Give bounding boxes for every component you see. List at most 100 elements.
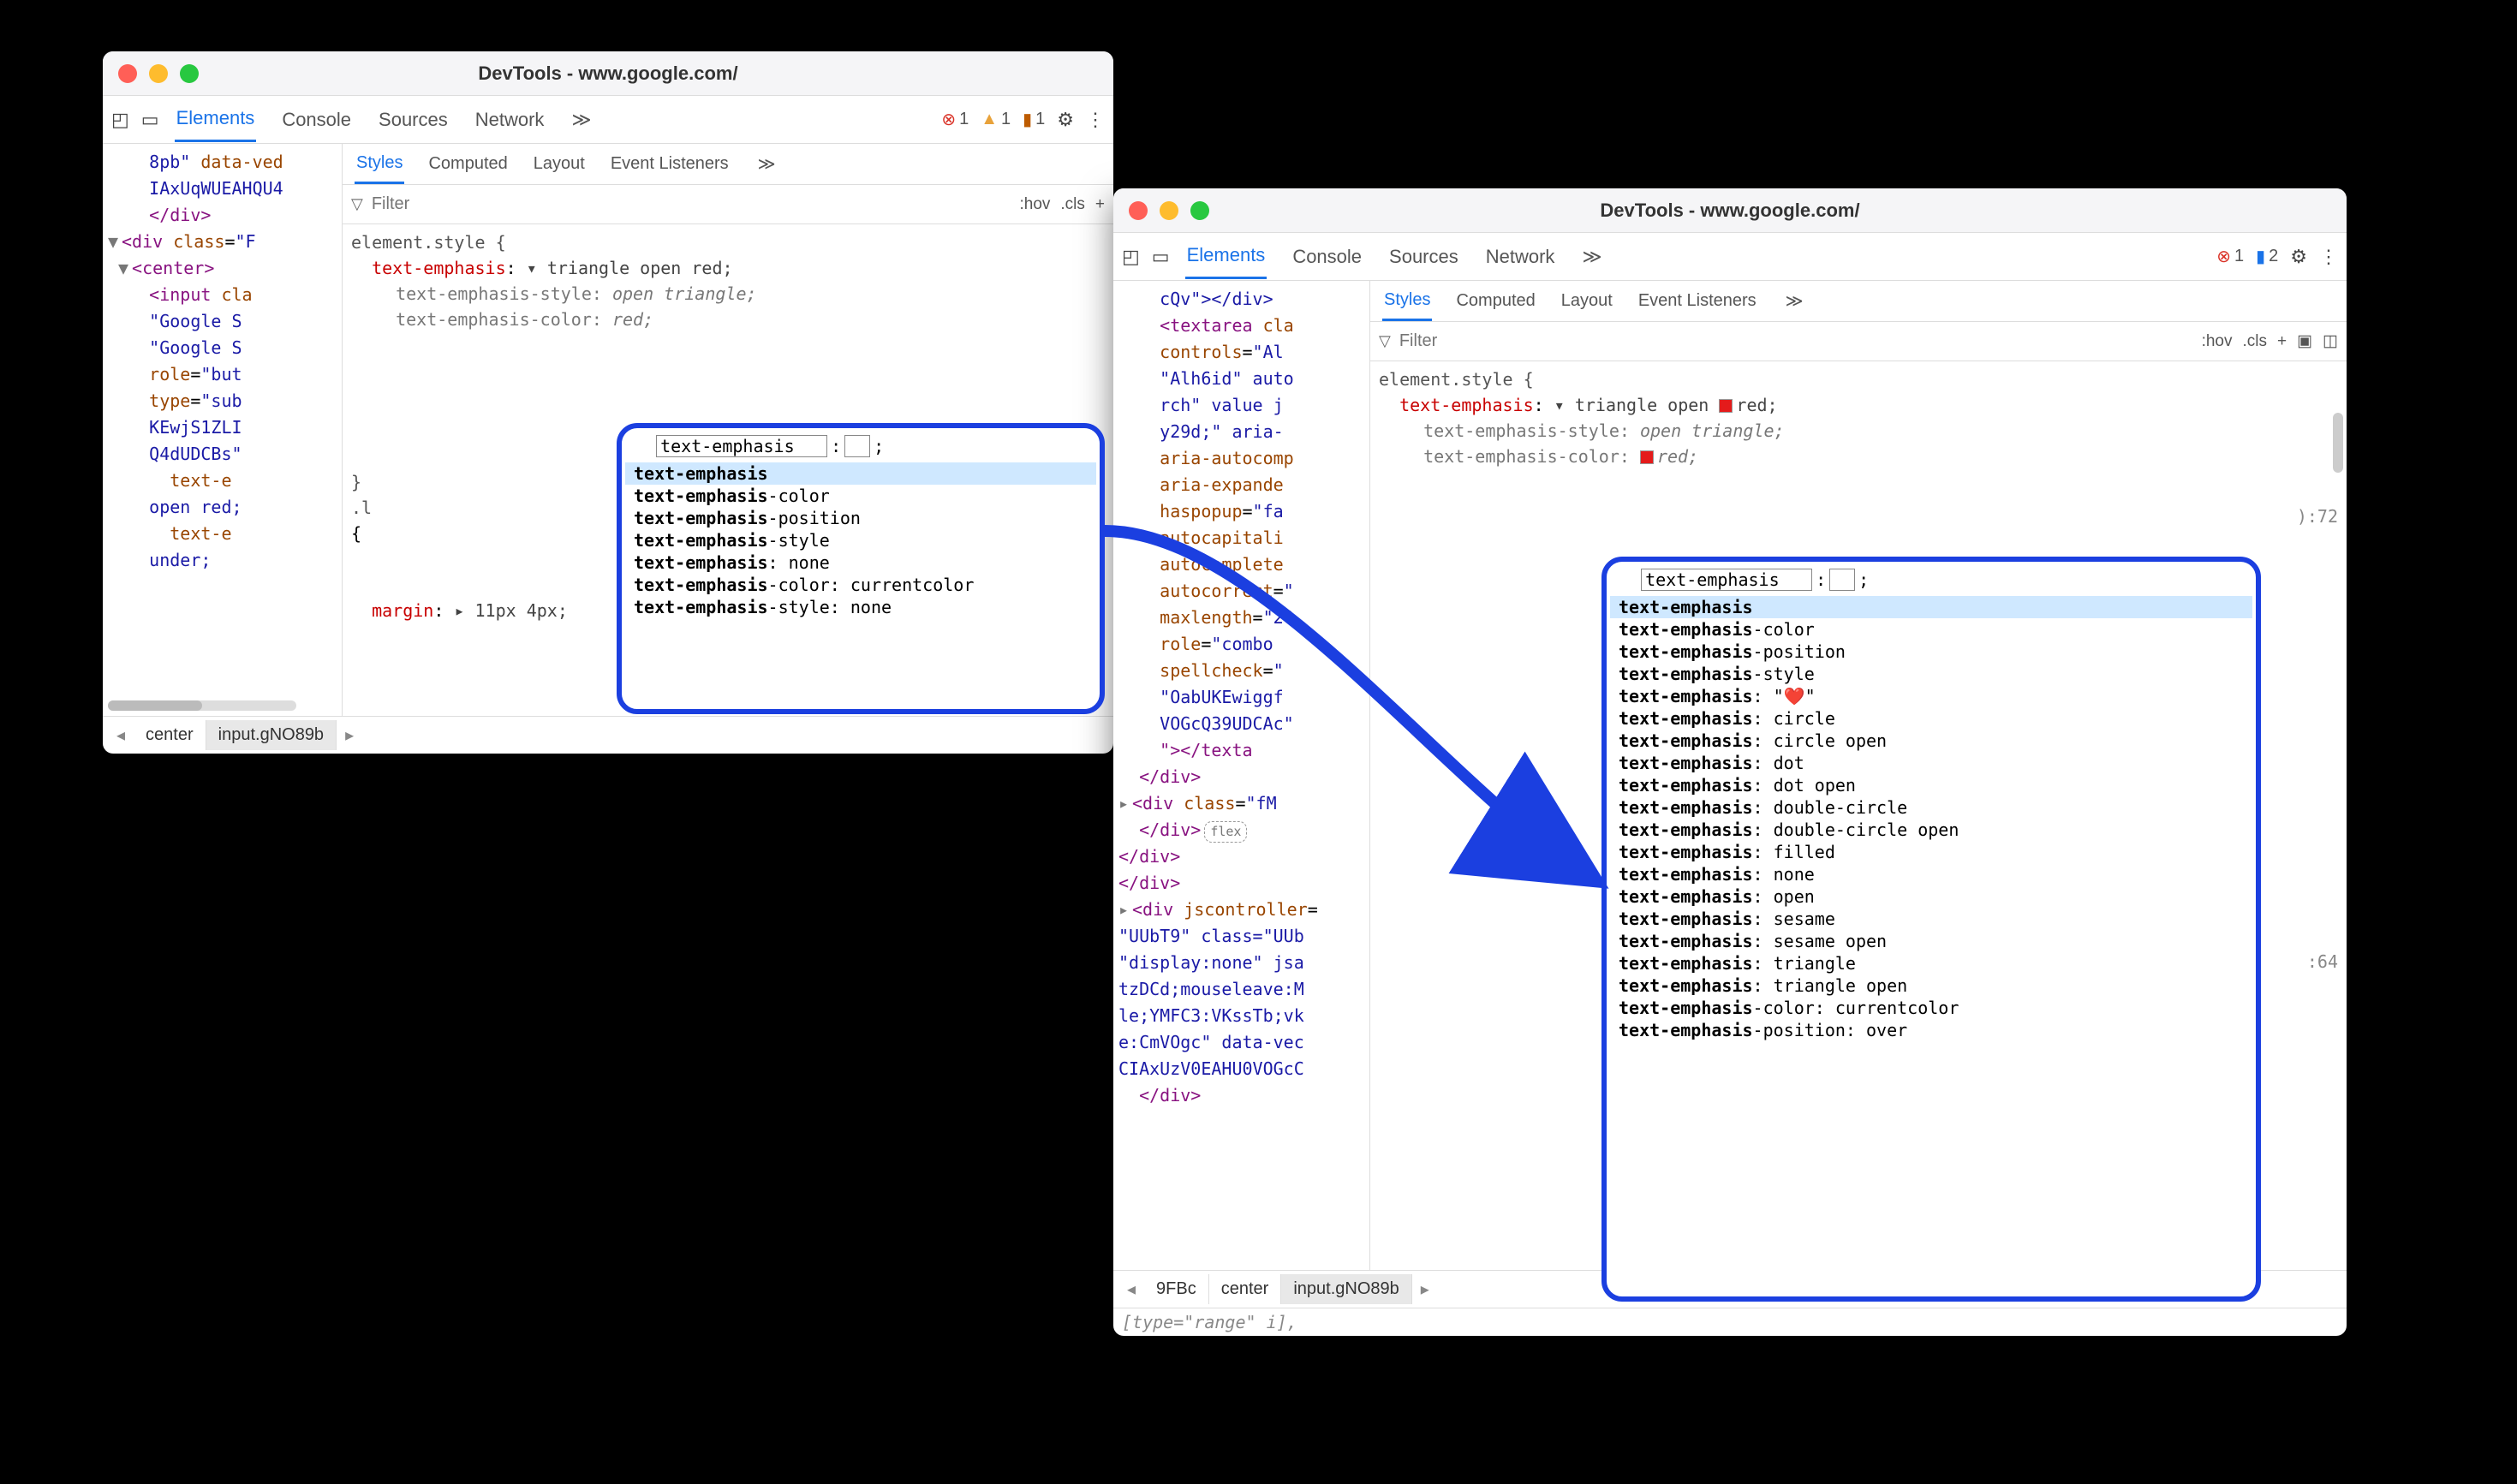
more-tabs-icon[interactable]: ≫ [570, 98, 593, 141]
computed-toggle-icon[interactable]: ▣ [2297, 331, 2312, 351]
ac-item[interactable]: text-emphasis: "❤️" [1610, 685, 2252, 707]
warning-count[interactable]: ▲1 [981, 110, 1011, 129]
minimize-icon[interactable] [149, 64, 168, 83]
more-subtabs-icon[interactable]: ≫ [756, 145, 778, 183]
crumb-right-arrow[interactable]: ▸ [1412, 1278, 1438, 1300]
ac-item[interactable]: text-emphasis-position [625, 507, 1096, 529]
subtab-styles[interactable]: Styles [1382, 282, 1432, 321]
more-subtabs-icon[interactable]: ≫ [1784, 282, 1805, 320]
crumb-9fbc[interactable]: 9FBc [1144, 1274, 1209, 1304]
maximize-icon[interactable] [180, 64, 199, 83]
ac-item[interactable]: text-emphasis-color [1610, 618, 2252, 641]
ac-item[interactable]: text-emphasis: none [625, 551, 1096, 574]
ac-item[interactable]: text-emphasis: circle open [1610, 730, 2252, 752]
sidebar-toggle-icon[interactable]: ◫ [2323, 331, 2338, 351]
issues-count[interactable]: ▮1 [1023, 109, 1045, 130]
css-property-input[interactable] [656, 435, 827, 457]
ac-item[interactable]: text-emphasis-style: none [625, 596, 1096, 618]
ac-item[interactable]: text-emphasis-color [625, 485, 1096, 507]
inspect-icon[interactable]: ◰ [111, 109, 129, 131]
ac-item[interactable]: text-emphasis: triangle [1610, 952, 2252, 974]
styles-filter-input[interactable] [372, 194, 1011, 214]
color-swatch-icon[interactable] [1640, 450, 1654, 464]
minimize-icon[interactable] [1160, 201, 1178, 220]
ac-item[interactable]: text-emphasis [1610, 596, 2252, 618]
ac-item[interactable]: text-emphasis: triangle open [1610, 974, 2252, 997]
ac-item[interactable]: text-emphasis: sesame open [1610, 930, 2252, 952]
crumb-input[interactable]: input.gNO89b [1281, 1274, 1411, 1304]
ac-item[interactable]: text-emphasis-color: currentcolor [625, 574, 1096, 596]
dom-tree[interactable]: 8pb" data-ved IAxUqWUEAHQU4 </div> ▼<div… [103, 144, 343, 716]
crumb-right-arrow[interactable]: ▸ [337, 724, 362, 746]
cls-toggle[interactable]: .cls [1060, 195, 1085, 214]
hov-toggle[interactable]: :hov [2202, 332, 2233, 351]
maximize-icon[interactable] [1190, 201, 1209, 220]
tab-sources[interactable]: Sources [1387, 235, 1460, 278]
subtab-layout[interactable]: Layout [532, 146, 587, 182]
ac-item[interactable]: text-emphasis: double-circle [1610, 796, 2252, 819]
crumb-left-arrow[interactable]: ◂ [1118, 1278, 1144, 1300]
tab-network[interactable]: Network [1484, 235, 1557, 278]
menu-icon[interactable]: ⋮ [1086, 109, 1105, 131]
new-rule-icon[interactable]: + [2277, 332, 2287, 351]
new-rule-icon[interactable]: + [1095, 195, 1105, 214]
close-icon[interactable] [118, 64, 137, 83]
ac-item[interactable]: text-emphasis [625, 462, 1096, 485]
css-value-input[interactable] [1829, 569, 1855, 591]
subtab-event-listeners[interactable]: Event Listeners [609, 146, 731, 182]
flex-badge[interactable]: flex [1204, 821, 1247, 843]
subtab-computed[interactable]: Computed [426, 146, 509, 182]
ac-item[interactable]: text-emphasis: open [1610, 885, 2252, 908]
crumb-center[interactable]: center [134, 720, 206, 750]
message-count[interactable]: ▮2 [2256, 246, 2278, 267]
settings-icon[interactable]: ⚙ [1057, 109, 1074, 131]
ac-item[interactable]: text-emphasis: sesame [1610, 908, 2252, 930]
ac-item[interactable]: text-emphasis: double-circle open [1610, 819, 2252, 841]
autocomplete-list[interactable]: text-emphasis text-emphasis-color text-e… [625, 459, 1096, 704]
more-tabs-icon[interactable]: ≫ [1580, 235, 1603, 278]
tab-elements[interactable]: Elements [1185, 234, 1267, 279]
autocomplete-list[interactable]: text-emphasis text-emphasis-color text-e… [1610, 593, 2252, 1291]
vertical-scrollbar[interactable] [2333, 413, 2343, 473]
subtab-computed[interactable]: Computed [1454, 283, 1536, 319]
ac-item[interactable]: text-emphasis: dot open [1610, 774, 2252, 796]
crumb-input[interactable]: input.gNO89b [206, 720, 337, 750]
crumb-left-arrow[interactable]: ◂ [108, 724, 134, 746]
device-icon[interactable]: ▭ [141, 109, 159, 131]
crumb-center[interactable]: center [1209, 1274, 1282, 1304]
error-count[interactable]: ⊗1 [941, 109, 969, 130]
css-property-input[interactable] [1641, 569, 1812, 591]
menu-icon[interactable]: ⋮ [2319, 246, 2338, 268]
tab-elements[interactable]: Elements [175, 97, 257, 142]
ac-item[interactable]: text-emphasis: filled [1610, 841, 2252, 863]
tab-console[interactable]: Console [1291, 235, 1363, 278]
subtab-event-listeners[interactable]: Event Listeners [1637, 283, 1758, 319]
hov-toggle[interactable]: :hov [1019, 195, 1050, 214]
ac-item[interactable]: text-emphasis: circle [1610, 707, 2252, 730]
subtab-layout[interactable]: Layout [1560, 283, 1614, 319]
tab-console[interactable]: Console [280, 98, 353, 141]
device-icon[interactable]: ▭ [1152, 246, 1170, 268]
ac-item[interactable]: text-emphasis-position [1610, 641, 2252, 663]
styles-filter-input[interactable] [1399, 331, 2193, 351]
close-icon[interactable] [1129, 201, 1148, 220]
tab-sources[interactable]: Sources [377, 98, 450, 141]
settings-icon[interactable]: ⚙ [2290, 246, 2307, 268]
ac-item[interactable]: text-emphasis-color: currentcolor [1610, 997, 2252, 1019]
breadcrumb[interactable]: ◂ center input.gNO89b ▸ [103, 716, 1113, 754]
cls-toggle[interactable]: .cls [2242, 332, 2267, 351]
ac-item[interactable]: text-emphasis-style [625, 529, 1096, 551]
color-swatch-icon[interactable] [1719, 399, 1733, 413]
subtab-styles[interactable]: Styles [355, 145, 404, 184]
source-link[interactable]: :64 [2307, 949, 2343, 974]
dom-tree[interactable]: cQv"></div> <textarea cla controls="Al "… [1113, 281, 1370, 1270]
horizontal-scrollbar[interactable] [108, 700, 296, 711]
ac-item[interactable]: text-emphasis-position: over [1610, 1019, 2252, 1041]
inspect-icon[interactable]: ◰ [1122, 246, 1140, 268]
error-count[interactable]: ⊗1 [2216, 246, 2244, 267]
ac-item[interactable]: text-emphasis-style [1610, 663, 2252, 685]
ac-item[interactable]: text-emphasis: dot [1610, 752, 2252, 774]
css-value-input[interactable] [844, 435, 870, 457]
ac-item[interactable]: text-emphasis: none [1610, 863, 2252, 885]
tab-network[interactable]: Network [474, 98, 546, 141]
